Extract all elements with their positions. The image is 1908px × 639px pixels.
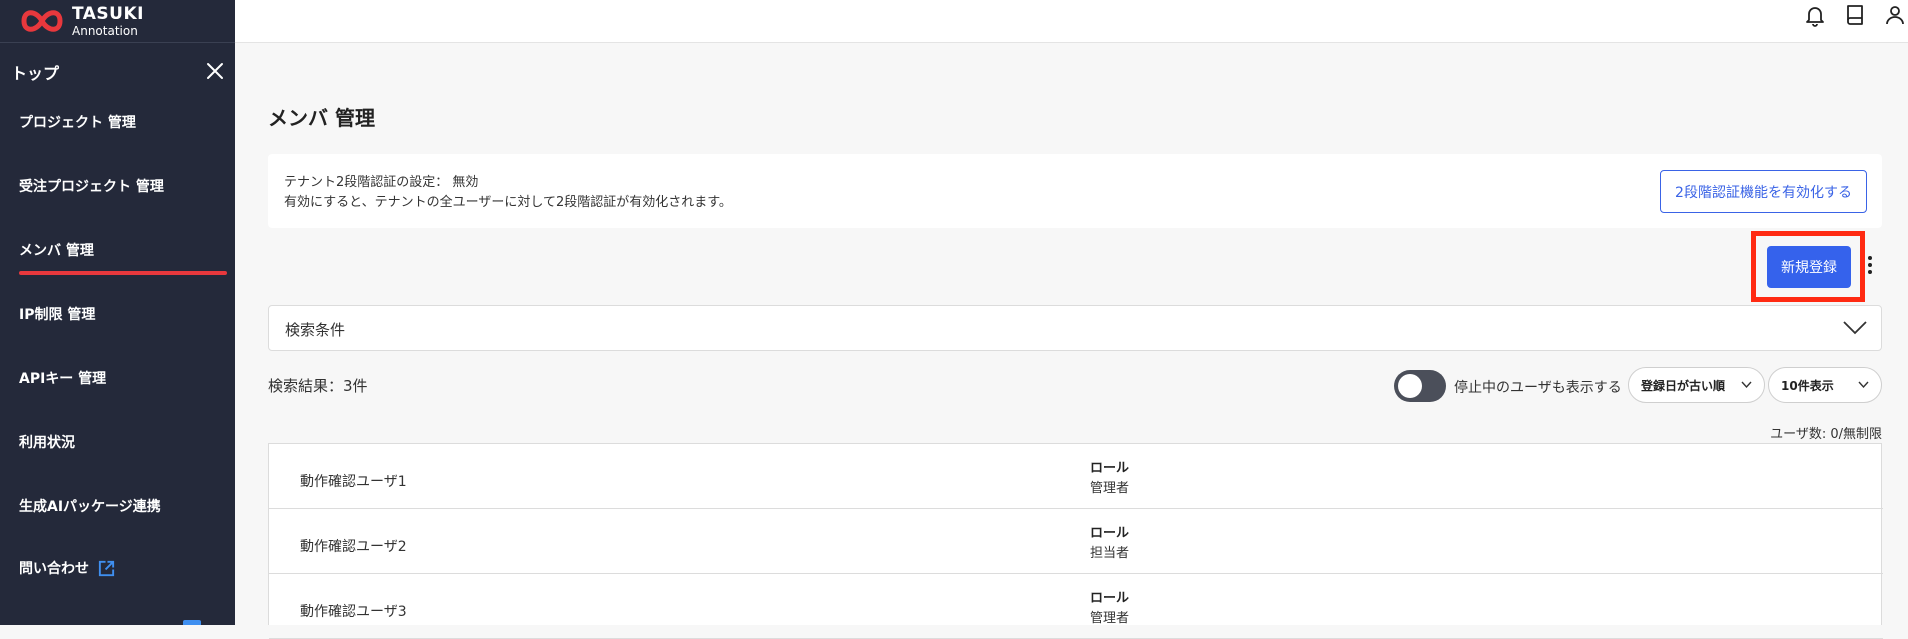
sidebar-item-members[interactable]: メンバ 管理 (19, 240, 94, 260)
new-registration-button[interactable]: 新規登録 (1767, 246, 1851, 288)
table-row[interactable]: 動作確認ユーザ2 ロール 担当者 (269, 509, 1883, 574)
tasuki-logo-icon (21, 10, 63, 32)
chevron-down-icon (1858, 381, 1869, 389)
sidebar-item-api-keys[interactable]: APIキー 管理 (19, 368, 106, 388)
page-title: メンバ 管理 (268, 106, 375, 130)
brand-name: TASUKI (72, 3, 144, 24)
sidebar-top-link[interactable]: トップ (11, 60, 59, 84)
sidebar-item-projects[interactable]: プロジェクト 管理 (19, 112, 136, 132)
page-size-select[interactable]: 10件表示 (1768, 367, 1882, 403)
brand-logo[interactable]: TASUKI Annotation (18, 0, 144, 42)
result-count: 検索結果：3件 (268, 377, 368, 395)
sidebar-bottom-icon (183, 620, 201, 625)
sidebar-divider (0, 42, 235, 43)
user-icon[interactable] (1883, 3, 1907, 27)
chevron-down-icon (1843, 321, 1867, 335)
more-options-icon[interactable] (1866, 254, 1874, 276)
member-name: 動作確認ユーザ2 (300, 539, 407, 555)
member-name: 動作確認ユーザ3 (300, 604, 407, 620)
top-bar (235, 0, 1908, 43)
external-link-icon (98, 560, 115, 576)
sidebar-item-ip-restriction[interactable]: IP制限 管理 (19, 304, 95, 324)
sidebar-item-genai-package[interactable]: 生成AIパッケージ連携 (19, 496, 161, 516)
role-value: 担当者 (1090, 546, 1130, 561)
chevron-down-icon (1741, 381, 1752, 389)
two-factor-notice: テナント2段階認証の設定： 無効 有効にすると、テナントの全ユーザーに対して2段… (268, 154, 1882, 228)
close-icon[interactable] (205, 61, 225, 81)
sort-order-select[interactable]: 登録日が古い順 (1628, 367, 1765, 403)
sidebar: TASUKI Annotation トップ プロジェクト 管理 受注プロジェクト… (0, 0, 235, 625)
role-header: ロール (1090, 526, 1130, 541)
table-row[interactable]: 動作確認ユーザ1 ロール 管理者 (269, 444, 1883, 509)
two-factor-description: 有効にすると、テナントの全ユーザーに対して2段階認証が有効化されます。 (284, 195, 732, 210)
search-conditions-panel[interactable]: 検索条件 (268, 305, 1882, 351)
toggle-knob (1398, 374, 1422, 398)
show-suspended-label: 停止中のユーザも表示する (1454, 380, 1622, 396)
member-name: 動作確認ユーザ1 (300, 474, 407, 490)
role-value: 管理者 (1090, 481, 1130, 496)
bell-icon[interactable] (1803, 3, 1827, 27)
table-row[interactable]: 動作確認ユーザ3 ロール 管理者 (269, 574, 1883, 639)
sidebar-item-usage[interactable]: 利用状況 (19, 432, 75, 452)
user-count: ユーザ数: 0/無制限 (1770, 427, 1882, 442)
show-suspended-toggle[interactable] (1394, 370, 1446, 402)
active-item-indicator (19, 271, 227, 275)
role-header: ロール (1090, 591, 1130, 606)
book-icon[interactable] (1843, 3, 1867, 27)
role-value: 管理者 (1090, 611, 1130, 626)
sidebar-item-received-projects[interactable]: 受注プロジェクト 管理 (19, 176, 164, 196)
brand-sub: Annotation (72, 23, 138, 38)
search-conditions-label: 検索条件 (285, 321, 346, 339)
enable-two-factor-button[interactable]: 2段階認証機能を有効化する (1660, 170, 1867, 213)
two-factor-status: テナント2段階認証の設定： 無効 (284, 175, 479, 190)
role-header: ロール (1090, 461, 1130, 476)
member-list: 動作確認ユーザ1 ロール 管理者 動作確認ユーザ2 ロール 担当者 動作確認ユー… (268, 443, 1883, 639)
sidebar-item-contact[interactable]: 問い合わせ (19, 558, 116, 578)
